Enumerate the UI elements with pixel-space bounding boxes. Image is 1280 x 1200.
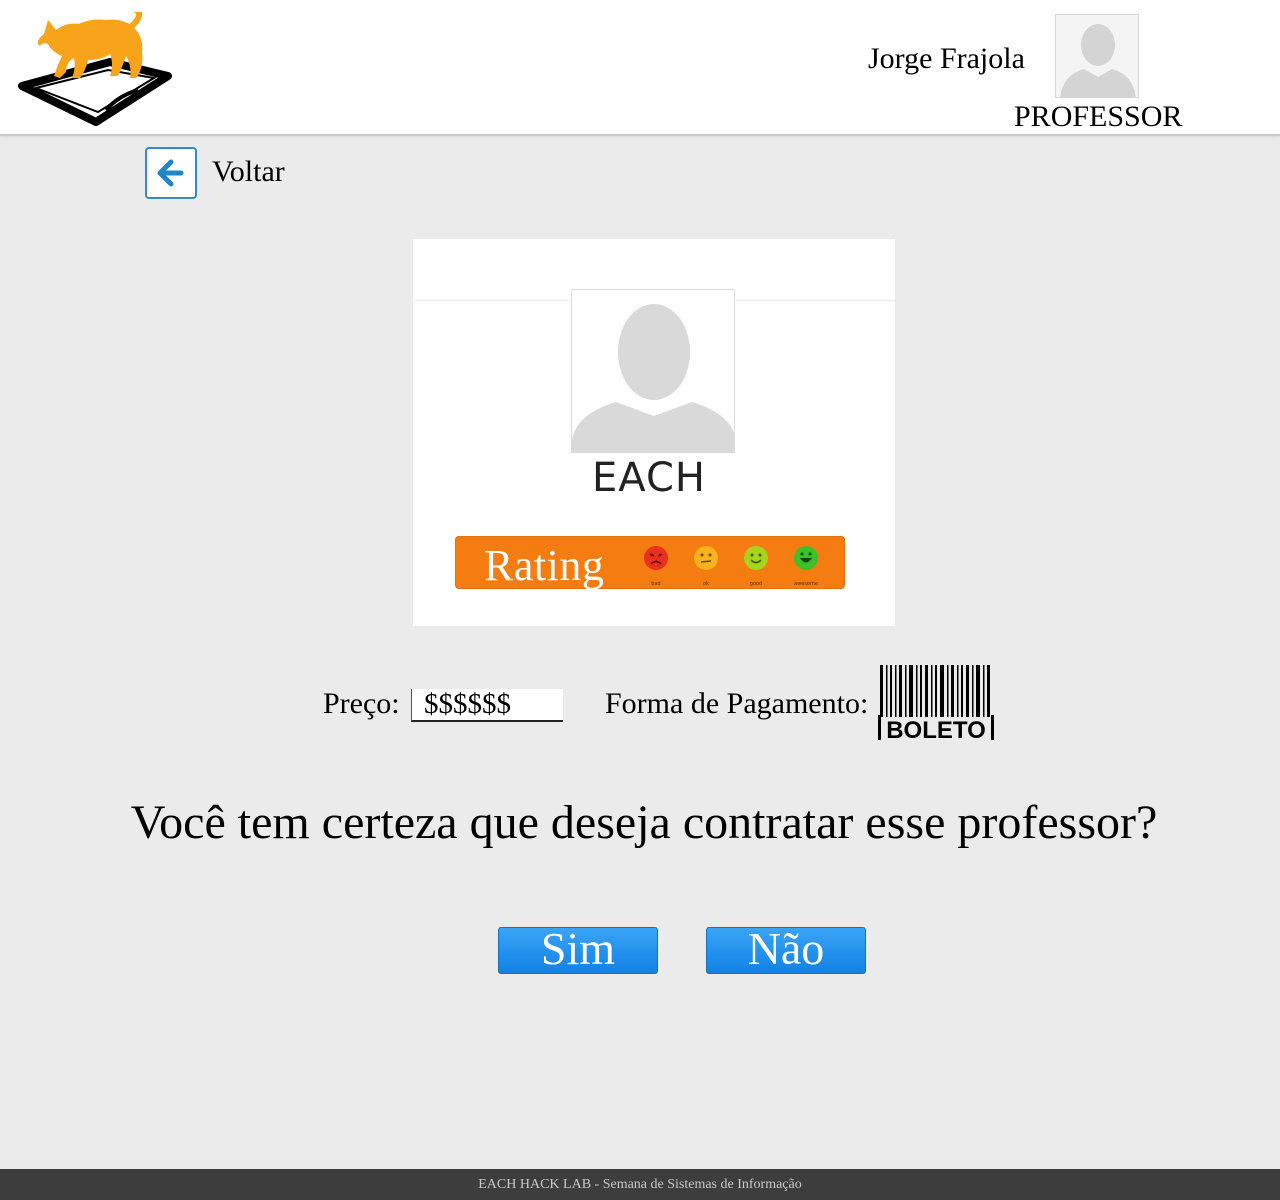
neutral-face-icon[interactable]: [693, 545, 719, 571]
confirm-question: Você tem certeza que deseja contratar es…: [130, 796, 1158, 849]
angry-face-icon[interactable]: [643, 545, 669, 571]
teacher-photo: [571, 289, 735, 453]
user-silhouette-icon: [1060, 24, 1136, 97]
price-label: Preço:: [323, 687, 400, 720]
boleto-text: BOLETO: [886, 717, 986, 740]
user-name: Jorge Frajola: [868, 42, 1025, 75]
cat-on-book-logo[interactable]: [18, 12, 174, 128]
user-avatar[interactable]: [1055, 14, 1139, 98]
back-button[interactable]: [145, 147, 197, 199]
rating-label: Rating: [484, 541, 605, 590]
yes-button[interactable]: Sim: [498, 926, 658, 974]
back-link[interactable]: Voltar: [212, 155, 285, 189]
very-happy-face-icon[interactable]: [793, 545, 819, 571]
teacher-name: EACH: [592, 455, 706, 501]
arrow-left-icon: [157, 159, 184, 187]
price-input[interactable]: [411, 689, 563, 722]
teacher-card: EACH Rating bad ok good awesome: [413, 239, 895, 626]
app-header: Jorge Frajola PROFESSOR: [0, 0, 1280, 136]
no-button[interactable]: Não: [706, 926, 866, 974]
face-caption: ok: [703, 581, 709, 587]
face-caption: good: [749, 581, 763, 587]
boleto-barcode-icon[interactable]: BOLETO: [878, 665, 994, 740]
face-caption: bad: [651, 581, 661, 587]
footer-text: EACH HACK LAB - Semana de Sistemas de In…: [0, 1169, 1280, 1200]
user-role: PROFESSOR: [1014, 100, 1183, 133]
payment-method-label: Forma de Pagamento:: [605, 687, 869, 720]
user-silhouette-icon: [572, 304, 734, 452]
rating-bar: Rating bad ok good awesome: [455, 536, 845, 590]
happy-face-icon[interactable]: [743, 545, 769, 571]
face-caption: awesome: [794, 581, 818, 587]
